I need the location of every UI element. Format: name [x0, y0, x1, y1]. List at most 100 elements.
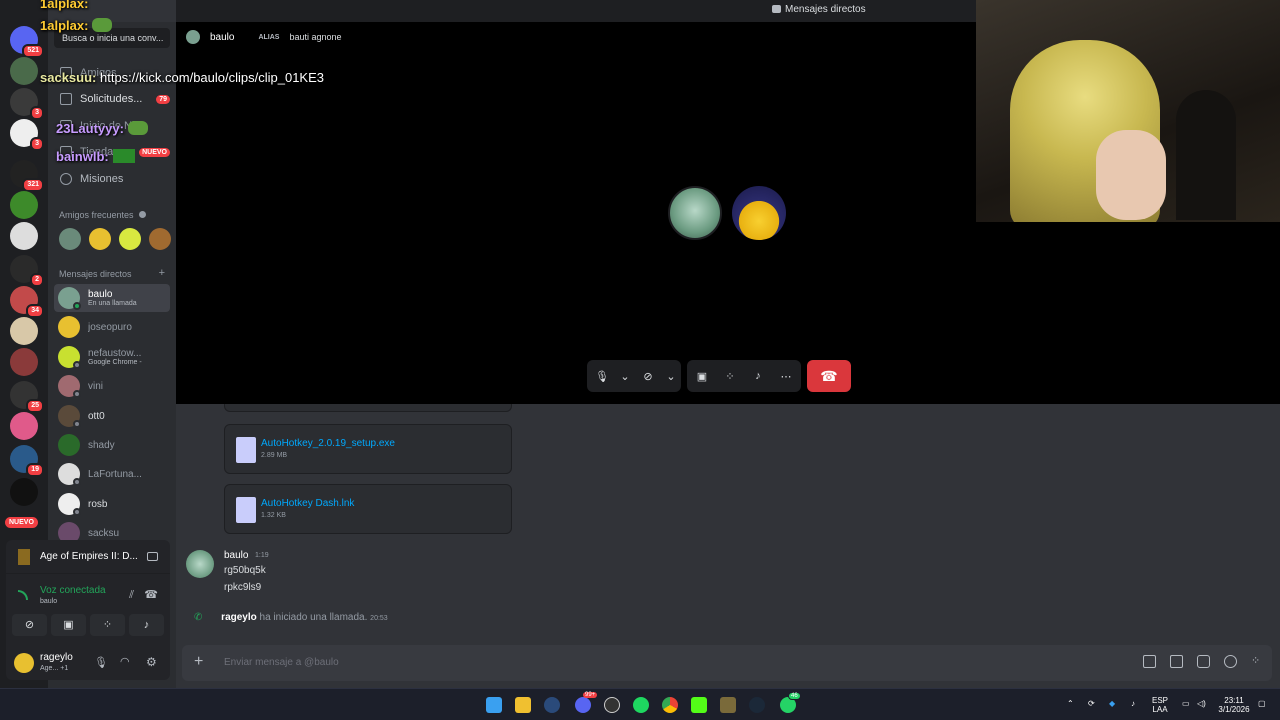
server-icon[interactable]: [10, 222, 38, 250]
chevron-down-icon[interactable]: ⌄: [620, 367, 629, 385]
screen-share-icon[interactable]: [147, 552, 158, 561]
voice-status[interactable]: Voz conectada: [40, 585, 106, 596]
file-name-link[interactable]: AutoHotkey Dash.lnk: [261, 498, 354, 509]
message-author[interactable]: baulo: [224, 550, 248, 561]
notification-icon[interactable]: ▢: [1258, 699, 1266, 708]
steam-icon[interactable]: [749, 697, 765, 713]
system-user[interactable]: rageylo: [221, 612, 257, 623]
friend-avatar[interactable]: [89, 228, 111, 250]
discord-app: 521 3 3 321 2 34 25 19 NUEVO Busca o ini…: [0, 0, 1280, 688]
file-name-link[interactable]: AutoHotkey_2.0.19_setup.exe: [261, 438, 395, 449]
call-user-name[interactable]: baulo: [210, 32, 234, 43]
soundboard-button[interactable]: ♪: [129, 614, 164, 636]
microphone-icon[interactable]: 🎙: [593, 367, 611, 385]
sticker-icon[interactable]: [1197, 655, 1210, 668]
headphones-icon[interactable]: ◠: [120, 655, 130, 668]
gear-icon[interactable]: ⚙: [146, 655, 157, 669]
microphone-tray-icon[interactable]: ♪: [1131, 699, 1135, 708]
server-badge: 321: [22, 178, 44, 192]
file-attachment[interactable]: AutoHotkey Dash.lnk 1.32 KB: [224, 484, 512, 534]
nav-requests-label: Solicitudes...: [80, 93, 143, 105]
server-icon[interactable]: 3: [10, 88, 44, 120]
network-icon[interactable]: ▭: [1182, 699, 1190, 708]
camera-off-button[interactable]: ⊘: [12, 614, 47, 636]
server-icon[interactable]: [10, 191, 38, 219]
server-icon[interactable]: 19: [10, 445, 44, 477]
server-icon[interactable]: [10, 317, 38, 345]
server-icon[interactable]: [10, 478, 38, 506]
dm-item-shady[interactable]: shady: [54, 431, 170, 459]
noise-suppression-icon[interactable]: ⫽: [129, 589, 134, 602]
friend-avatar[interactable]: [59, 228, 81, 250]
screen-share-icon[interactable]: ▣: [693, 367, 711, 385]
friend-avatar[interactable]: [119, 228, 141, 250]
mic-icon[interactable]: 🎙: [94, 656, 108, 669]
discord-badge: 99+: [583, 692, 598, 698]
language-indicator[interactable]: ESP LAA: [1152, 696, 1168, 714]
windows-start-icon[interactable]: [486, 697, 502, 713]
attach-plus-icon[interactable]: +: [194, 653, 203, 671]
server-icon[interactable]: [10, 412, 38, 440]
activity-row[interactable]: Age of Empires II: D...: [6, 540, 170, 574]
user-avatar[interactable]: [14, 653, 34, 673]
hang-up-button[interactable]: ☎: [807, 360, 851, 392]
chrome-icon[interactable]: [662, 697, 678, 713]
nav-quests[interactable]: Misiones: [54, 167, 170, 191]
dm-item-ott0[interactable]: ott0: [54, 402, 170, 430]
obs-icon[interactable]: [604, 697, 620, 713]
message-composer[interactable]: + Enviar mensaje a @baulo ⁘: [182, 645, 1272, 681]
home-button[interactable]: 521: [10, 26, 44, 58]
dm-item-vini[interactable]: vini: [54, 372, 170, 400]
call-participant-avatar[interactable]: [668, 186, 722, 240]
activities-button[interactable]: ⁘: [90, 614, 125, 636]
nav-quests-label: Misiones: [80, 173, 124, 185]
friend-avatar[interactable]: [149, 228, 171, 250]
more-icon[interactable]: ⋯: [777, 367, 795, 385]
whatsapp-icon[interactable]: 46: [780, 692, 801, 713]
server-icon[interactable]: 3: [10, 119, 44, 151]
apps-icon[interactable]: ⁘: [1251, 655, 1264, 668]
dm-item-joseopuro[interactable]: joseopuro: [54, 313, 170, 341]
user-status: Age... +1: [40, 665, 69, 672]
message-avatar[interactable]: [186, 550, 214, 578]
kick-icon[interactable]: [691, 697, 707, 713]
spotify-icon[interactable]: [633, 697, 649, 713]
minecraft-icon[interactable]: [720, 697, 736, 713]
tray-app-icon[interactable]: ⟳: [1088, 699, 1095, 708]
disconnect-icon[interactable]: ☎: [144, 588, 158, 601]
system-text: ha iniciado una llamada.: [259, 612, 368, 623]
server-badge: 3: [30, 106, 44, 120]
server-icon[interactable]: 34: [10, 286, 44, 318]
dm-item-lafortuna[interactable]: LaFortuna...: [54, 460, 170, 488]
avatar: [58, 434, 80, 456]
steam-icon[interactable]: [544, 697, 560, 713]
call-participant-avatar[interactable]: [732, 186, 786, 240]
plus-icon[interactable]: +: [159, 267, 165, 279]
screen-share-button[interactable]: ▣: [51, 614, 86, 636]
dm-item-baulo[interactable]: baulo En una llamada: [54, 284, 170, 312]
server-badge: 2: [30, 273, 44, 287]
dm-item-rosb[interactable]: rosb: [54, 490, 170, 518]
activities-icon[interactable]: ⁘: [721, 367, 739, 385]
server-icon[interactable]: [10, 348, 38, 376]
clock[interactable]: 23:11 3/1/2026: [1218, 696, 1250, 714]
file-explorer-icon[interactable]: [515, 697, 531, 713]
server-icon[interactable]: [10, 57, 38, 85]
nav-requests[interactable]: Solicitudes... 79: [54, 87, 170, 111]
dm-name-text: nefaustow...: [88, 348, 142, 359]
dm-item-nefaustow[interactable]: nefaustow... Google Chrome -: [54, 343, 170, 371]
gift-icon[interactable]: [1143, 655, 1156, 668]
volume-icon[interactable]: ◁): [1197, 699, 1206, 708]
soundboard-icon[interactable]: ♪: [749, 367, 767, 385]
emoji-icon[interactable]: [1224, 655, 1237, 668]
server-icon[interactable]: 321: [10, 160, 44, 192]
tray-app-icon[interactable]: ◆: [1109, 699, 1115, 708]
gif-icon[interactable]: [1170, 655, 1183, 668]
chevron-up-icon[interactable]: ⌃: [1067, 699, 1074, 708]
server-icon[interactable]: 25: [10, 381, 44, 413]
server-icon[interactable]: 2: [10, 255, 44, 287]
chevron-down-icon[interactable]: ⌄: [666, 367, 675, 385]
discord-icon[interactable]: 99+: [575, 692, 598, 713]
camera-off-icon[interactable]: ⊘: [639, 367, 657, 385]
file-attachment[interactable]: AutoHotkey_2.0.19_setup.exe 2.89 MB: [224, 424, 512, 474]
